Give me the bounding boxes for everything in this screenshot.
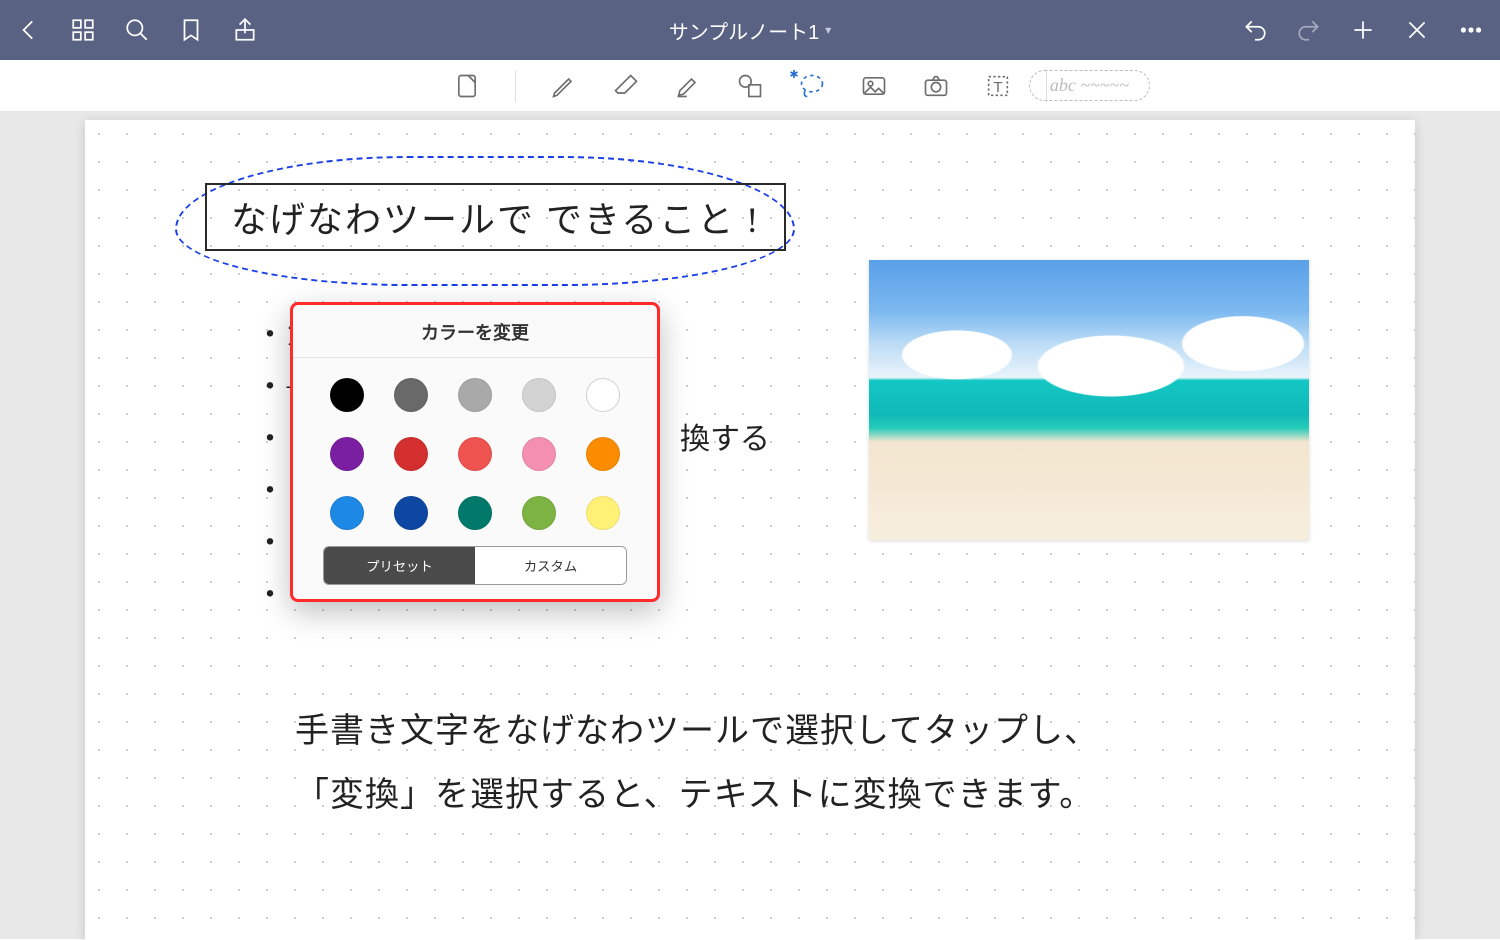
color-swatch[interactable]: [330, 378, 364, 412]
color-swatch[interactable]: [458, 437, 492, 471]
bookmark-icon[interactable]: [178, 17, 204, 43]
camera-tool-icon[interactable]: [922, 72, 950, 100]
color-swatch[interactable]: [522, 496, 556, 530]
color-swatch[interactable]: [458, 496, 492, 530]
color-swatch[interactable]: [586, 496, 620, 530]
color-swatch[interactable]: [522, 378, 556, 412]
eraser-tool-icon[interactable]: [612, 72, 640, 100]
color-swatch[interactable]: [586, 378, 620, 412]
color-swatch[interactable]: [330, 437, 364, 471]
color-change-popover: カラーを変更 プリセット カスタム: [290, 302, 660, 602]
share-icon[interactable]: [232, 17, 258, 43]
preset-tab[interactable]: プリセット: [324, 547, 475, 584]
handwritten-line: 「変換」を選択すると、テキストに変換できます。: [295, 764, 1099, 828]
color-swatch[interactable]: [330, 496, 364, 530]
handwriting-preview[interactable]: abc ~~~~~: [1029, 70, 1150, 101]
color-swatch[interactable]: [394, 496, 428, 530]
app-topbar: サンプルノート1 ▾: [0, 0, 1500, 60]
chevron-down-icon: ▾: [825, 23, 831, 37]
add-icon[interactable]: [1350, 17, 1376, 43]
text-tool-icon[interactable]: T: [984, 72, 1012, 100]
redo-icon[interactable]: [1296, 17, 1322, 43]
document-title[interactable]: サンプルノート1 ▾: [258, 16, 1242, 45]
document-title-text: サンプルノート1: [669, 16, 820, 45]
color-swatch[interactable]: [394, 378, 428, 412]
color-swatch-grid: [293, 358, 657, 540]
back-icon[interactable]: [16, 17, 42, 43]
color-swatch[interactable]: [586, 437, 620, 471]
handwritten-line: 手書き文字をなげなわツールで選択してタップし、: [295, 700, 1099, 764]
note-page[interactable]: なげなわツールで できること ! カ + x換する 手書き文字をなげなわツールで…: [85, 120, 1415, 940]
popover-title: カラーを変更: [293, 305, 657, 358]
tool-toolbar: ✱ T abc ~~~~~: [0, 60, 1500, 112]
embedded-image-beach[interactable]: [869, 260, 1309, 540]
shapes-tool-icon[interactable]: [736, 72, 764, 100]
handwritten-title[interactable]: なげなわツールで できること !: [205, 183, 786, 251]
search-icon[interactable]: [124, 17, 150, 43]
color-swatch[interactable]: [394, 437, 428, 471]
handwritten-paragraph: 手書き文字をなげなわツールで選択してタップし、 「変換」を選択すると、テキストに…: [295, 700, 1099, 828]
color-swatch[interactable]: [458, 378, 492, 412]
page-tool-icon[interactable]: [453, 72, 481, 100]
more-icon[interactable]: [1458, 17, 1484, 43]
color-swatch[interactable]: [522, 437, 556, 471]
highlighter-tool-icon[interactable]: [674, 72, 702, 100]
lasso-tool-icon[interactable]: ✱: [798, 72, 826, 100]
undo-icon[interactable]: [1242, 17, 1268, 43]
grid-icon[interactable]: [70, 17, 96, 43]
toolbar-separator: [515, 70, 516, 102]
pen-tool-icon[interactable]: [550, 72, 578, 100]
canvas-area: なげなわツールで できること ! カ + x換する 手書き文字をなげなわツールで…: [0, 112, 1500, 939]
image-tool-icon[interactable]: [860, 72, 888, 100]
bluetooth-icon: ✱: [789, 68, 798, 81]
custom-tab[interactable]: カスタム: [475, 547, 626, 584]
color-mode-segmented: プリセット カスタム: [323, 546, 627, 585]
close-cross-icon[interactable]: [1404, 17, 1430, 43]
svg-text:T: T: [993, 78, 1002, 95]
